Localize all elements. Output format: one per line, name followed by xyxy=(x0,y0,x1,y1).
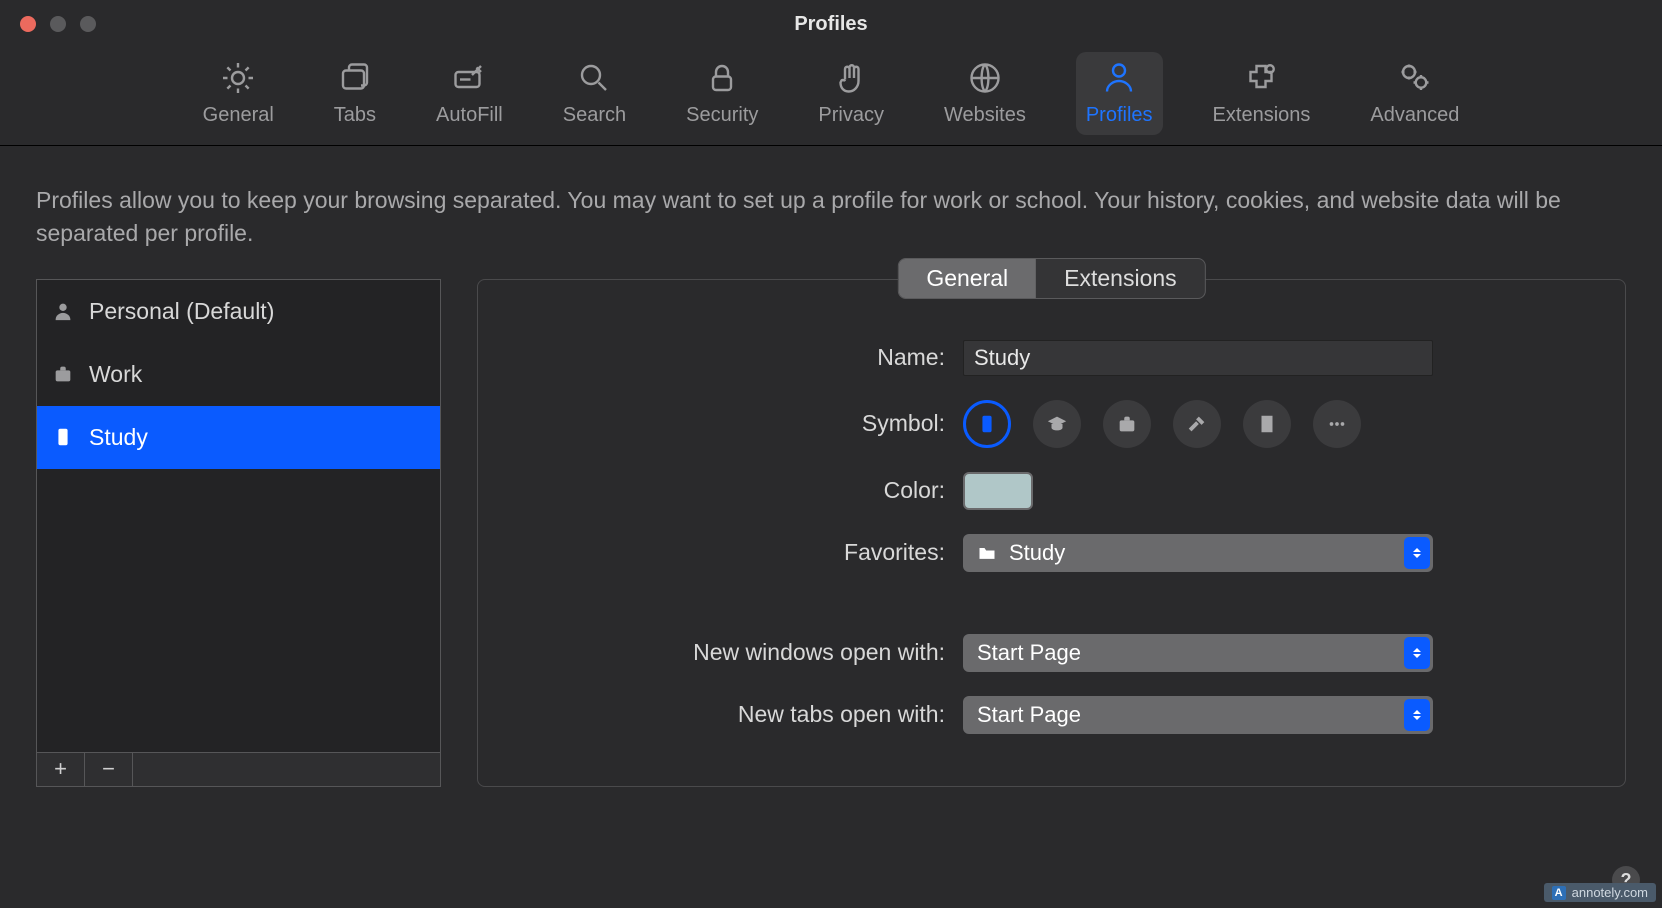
remove-profile-button[interactable]: − xyxy=(85,753,133,786)
profile-row-personal[interactable]: Personal (Default) xyxy=(37,280,440,343)
titlebar: Profiles xyxy=(0,0,1662,48)
profile-subtabs: General Extensions xyxy=(897,258,1205,299)
new-windows-dropdown[interactable]: Start Page xyxy=(963,634,1433,672)
profile-row-work[interactable]: Work xyxy=(37,343,440,406)
tab-label: Websites xyxy=(944,104,1026,127)
watermark-icon: A xyxy=(1552,886,1566,900)
search-icon xyxy=(574,58,614,98)
color-label: Color: xyxy=(478,477,963,504)
symbol-picker xyxy=(963,400,1525,448)
tab-label: Search xyxy=(563,104,626,127)
preferences-toolbar: General Tabs AutoFill Search Security Pr… xyxy=(0,48,1662,146)
profiles-description: Profiles allow you to keep your browsing… xyxy=(0,146,1662,279)
tab-label: Security xyxy=(686,104,758,127)
symbol-briefcase[interactable] xyxy=(1103,400,1151,448)
profile-label: Study xyxy=(89,424,148,451)
tabs-icon xyxy=(335,58,375,98)
symbol-label: Symbol: xyxy=(478,410,963,437)
symbol-badge[interactable] xyxy=(963,400,1011,448)
symbol-hammer[interactable] xyxy=(1173,400,1221,448)
tab-profiles[interactable]: Profiles xyxy=(1076,52,1163,135)
tab-websites[interactable]: Websites xyxy=(934,52,1036,135)
new-tabs-value: Start Page xyxy=(977,702,1081,728)
hand-icon xyxy=(831,58,871,98)
subtab-extensions[interactable]: Extensions xyxy=(1036,259,1205,298)
tab-advanced[interactable]: Advanced xyxy=(1360,52,1469,135)
profile-list-panel: Personal (Default) Work Study + − xyxy=(36,279,441,787)
tab-label: Advanced xyxy=(1370,104,1459,127)
profile-label: Personal (Default) xyxy=(89,298,274,325)
tab-search[interactable]: Search xyxy=(553,52,636,135)
profile-form: Name: Symbol: xyxy=(478,280,1625,734)
minimize-button[interactable] xyxy=(50,16,66,32)
color-picker[interactable] xyxy=(963,472,1033,510)
dropdown-stepper-icon xyxy=(1404,699,1430,731)
tab-security[interactable]: Security xyxy=(676,52,768,135)
close-button[interactable] xyxy=(20,16,36,32)
gears-icon xyxy=(1395,58,1435,98)
symbol-more[interactable] xyxy=(1313,400,1361,448)
maximize-button[interactable] xyxy=(80,16,96,32)
profile-detail-panel: General Extensions Name: Symbol: xyxy=(477,279,1626,787)
symbol-building[interactable] xyxy=(1243,400,1291,448)
tab-tabs[interactable]: Tabs xyxy=(324,52,386,135)
profile-icon xyxy=(1099,58,1139,98)
tab-label: Privacy xyxy=(818,104,884,127)
profile-row-study[interactable]: Study xyxy=(37,406,440,469)
autofill-icon xyxy=(449,58,489,98)
add-profile-button[interactable]: + xyxy=(37,753,85,786)
new-windows-label: New windows open with: xyxy=(478,639,963,666)
watermark-text: annotely.com xyxy=(1572,885,1648,900)
lock-icon xyxy=(702,58,742,98)
profile-list-toolbar: + − xyxy=(37,752,440,786)
briefcase-icon xyxy=(51,362,75,386)
favorites-dropdown[interactable]: Study xyxy=(963,534,1433,572)
tab-label: General xyxy=(203,104,274,127)
tab-label: AutoFill xyxy=(436,104,503,127)
favorites-value: Study xyxy=(1009,540,1065,566)
puzzle-icon xyxy=(1241,58,1281,98)
gear-icon xyxy=(218,58,258,98)
tab-label: Extensions xyxy=(1213,104,1311,127)
dropdown-stepper-icon xyxy=(1404,537,1430,569)
window-controls xyxy=(20,16,96,32)
tab-label: Profiles xyxy=(1086,104,1153,127)
favorites-label: Favorites: xyxy=(478,539,963,566)
folder-icon xyxy=(977,543,997,563)
tab-extensions[interactable]: Extensions xyxy=(1203,52,1321,135)
window-title: Profiles xyxy=(794,13,867,36)
tab-autofill[interactable]: AutoFill xyxy=(426,52,513,135)
person-icon xyxy=(51,299,75,323)
new-tabs-dropdown[interactable]: Start Page xyxy=(963,696,1433,734)
profile-name-input[interactable] xyxy=(963,340,1433,376)
globe-icon xyxy=(965,58,1005,98)
tab-label: Tabs xyxy=(334,104,376,127)
subtab-general[interactable]: General xyxy=(898,259,1036,298)
tab-general[interactable]: General xyxy=(193,52,284,135)
watermark: A annotely.com xyxy=(1544,883,1656,902)
name-label: Name: xyxy=(478,344,963,371)
new-tabs-label: New tabs open with: xyxy=(478,701,963,728)
badge-icon xyxy=(51,425,75,449)
symbol-grad-cap[interactable] xyxy=(1033,400,1081,448)
dropdown-stepper-icon xyxy=(1404,637,1430,669)
profile-list: Personal (Default) Work Study xyxy=(37,280,440,752)
profile-label: Work xyxy=(89,361,142,388)
tab-privacy[interactable]: Privacy xyxy=(808,52,894,135)
new-windows-value: Start Page xyxy=(977,640,1081,666)
